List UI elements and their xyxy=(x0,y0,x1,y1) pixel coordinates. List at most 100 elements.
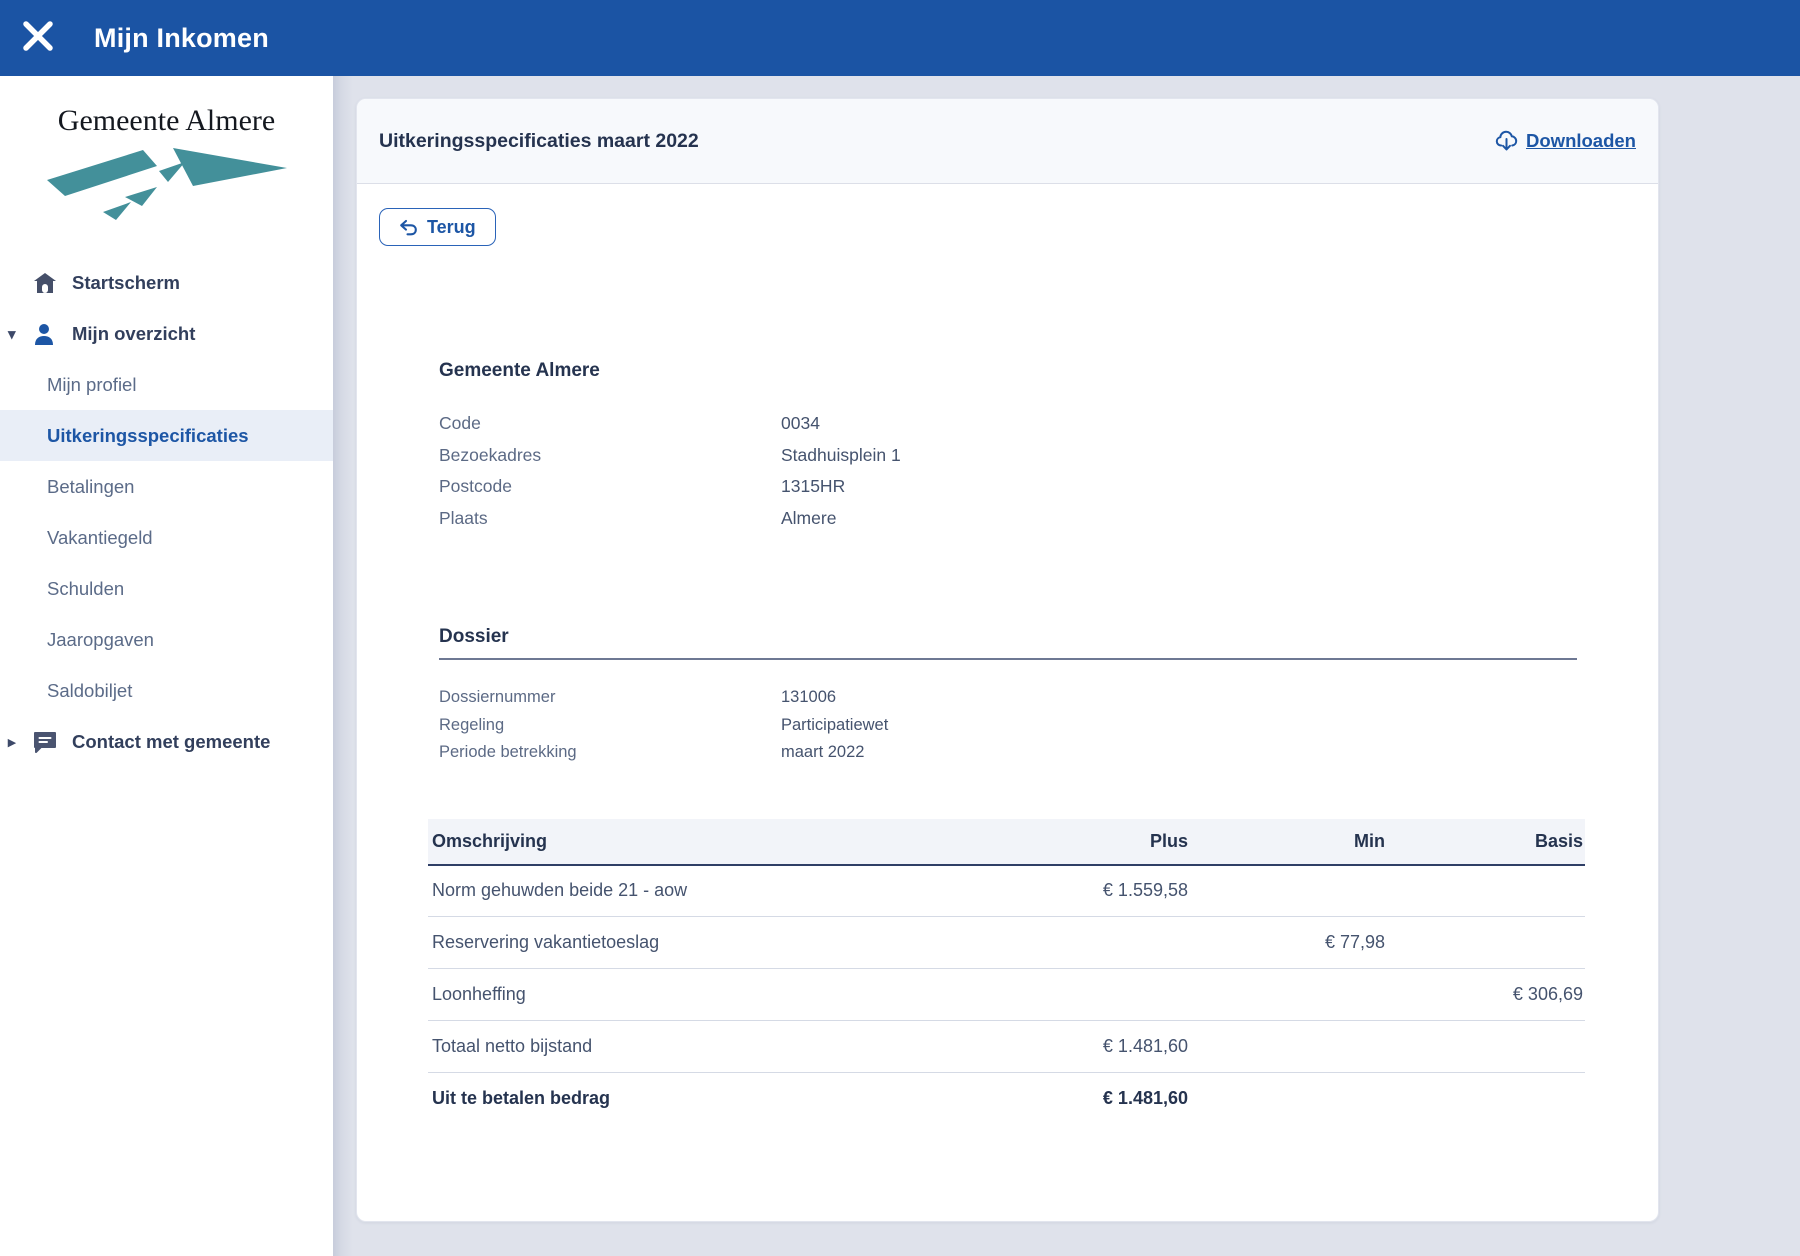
column-header-basis: Basis xyxy=(1387,819,1585,865)
sidebar-item-schulden[interactable]: Schulden xyxy=(0,563,333,614)
dossier-row-dossiernummer: Dossiernummer 131006 xyxy=(439,684,1577,712)
sidebar-item-label: Mijn profiel xyxy=(47,374,136,396)
row-min xyxy=(1190,1021,1387,1073)
row-label: Dossiernummer xyxy=(439,684,781,712)
sidebar-item-mijn-profiel[interactable]: Mijn profiel xyxy=(0,359,333,410)
row-description: Totaal netto bijstand xyxy=(428,1021,1010,1073)
chat-icon xyxy=(33,731,57,753)
sidebar-item-startscherm[interactable]: Startscherm xyxy=(0,257,333,308)
dossier-heading: Dossier xyxy=(439,624,1577,650)
row-plus: € 1.481,60 xyxy=(1010,1073,1190,1125)
back-label: Terug xyxy=(427,217,476,238)
sidebar-item-vakantiegeld[interactable]: Vakantiegeld xyxy=(0,512,333,563)
sidebar-item-label: Schulden xyxy=(47,578,124,600)
download-label: Downloaden xyxy=(1526,130,1636,152)
municipality-logo: Gemeente Almere xyxy=(17,104,317,227)
row-basis xyxy=(1387,865,1585,917)
close-button[interactable] xyxy=(0,0,76,76)
download-link[interactable]: Downloaden xyxy=(1495,130,1636,153)
row-label: Bezoekadres xyxy=(439,440,781,472)
sidebar: Gemeente Almere Start xyxy=(0,76,333,1256)
sidebar-item-label: Jaaropgaven xyxy=(47,629,154,651)
main-area: Uitkeringsspecificaties maart 2022 Downl… xyxy=(353,76,1800,1256)
row-description: Reservering vakantietoeslag xyxy=(428,917,1010,969)
app-topbar: Mijn Inkomen xyxy=(0,0,1800,76)
sidebar-item-label: Saldobiljet xyxy=(47,680,132,702)
row-min: € 77,98 xyxy=(1190,917,1387,969)
row-label: Regeling xyxy=(439,712,781,740)
row-value: Participatiewet xyxy=(781,712,888,740)
user-icon xyxy=(33,323,57,345)
home-icon xyxy=(33,272,57,294)
row-value: maart 2022 xyxy=(781,739,864,767)
sidebar-nav: Startscherm ▾ Mijn overzicht Mijn profie… xyxy=(0,257,333,767)
row-basis: € 306,69 xyxy=(1387,969,1585,1021)
logo-wordmark: Gemeente Almere xyxy=(17,104,317,138)
row-description: Uit te betalen bedrag xyxy=(428,1073,1010,1125)
specification-document: Gemeente Almere Code 0034 Bezoekadres St… xyxy=(428,358,1585,1125)
sidebar-item-label: Contact met gemeente xyxy=(72,731,270,753)
dossier-section: Dossier Dossiernummer 131006 Regeling Pa… xyxy=(439,624,1577,767)
row-value: 131006 xyxy=(781,684,836,712)
table-row: Loonheffing € 306,69 xyxy=(428,969,1585,1021)
row-plus: € 1.559,58 xyxy=(1010,865,1190,917)
table-row: Reservering vakantietoeslag € 77,98 xyxy=(428,917,1585,969)
close-icon xyxy=(21,19,55,58)
row-value: Almere xyxy=(781,503,836,535)
chevron-right-icon: ▸ xyxy=(8,733,16,751)
chevron-down-icon: ▾ xyxy=(8,325,16,343)
row-basis xyxy=(1387,1021,1585,1073)
sidebar-item-betalingen[interactable]: Betalingen xyxy=(0,461,333,512)
row-basis xyxy=(1387,1073,1585,1125)
specification-table: Omschrijving Plus Min Basis Norm gehuwde… xyxy=(428,819,1585,1125)
org-row-bezoekadres: Bezoekadres Stadhuisplein 1 xyxy=(439,440,1577,472)
sidebar-scrollbar[interactable] xyxy=(333,76,353,1256)
sidebar-item-contact-met-gemeente[interactable]: ▸ Contact met gemeente xyxy=(0,716,333,767)
card-header: Uitkeringsspecificaties maart 2022 Downl… xyxy=(357,99,1658,184)
table-row-total: Uit te betalen bedrag € 1.481,60 xyxy=(428,1073,1585,1125)
row-value: 0034 xyxy=(781,408,820,440)
organisation-heading: Gemeente Almere xyxy=(439,358,1577,384)
org-row-postcode: Postcode 1315HR xyxy=(439,471,1577,503)
sidebar-item-label: Uitkeringsspecificaties xyxy=(47,425,249,447)
row-description: Loonheffing xyxy=(428,969,1010,1021)
row-plus xyxy=(1010,917,1190,969)
sidebar-item-mijn-overzicht[interactable]: ▾ Mijn overzicht xyxy=(0,308,333,359)
sidebar-item-label: Vakantiegeld xyxy=(47,527,153,549)
row-value: 1315HR xyxy=(781,471,845,503)
specification-card: Uitkeringsspecificaties maart 2022 Downl… xyxy=(356,98,1659,1222)
download-icon xyxy=(1495,130,1518,153)
table-row: Norm gehuwden beide 21 - aow € 1.559,58 xyxy=(428,865,1585,917)
row-min xyxy=(1190,865,1387,917)
row-value: Stadhuisplein 1 xyxy=(781,440,901,472)
org-row-plaats: Plaats Almere xyxy=(439,503,1577,535)
back-button[interactable]: Terug xyxy=(379,208,496,246)
sidebar-item-label: Startscherm xyxy=(72,272,180,294)
sidebar-item-saldobiljet[interactable]: Saldobiljet xyxy=(0,665,333,716)
sidebar-item-label: Betalingen xyxy=(47,476,134,498)
column-header-min: Min xyxy=(1190,819,1387,865)
back-icon xyxy=(399,218,418,237)
organisation-section: Gemeente Almere Code 0034 Bezoekadres St… xyxy=(439,358,1577,534)
row-description: Norm gehuwden beide 21 - aow xyxy=(428,865,1010,917)
table-header-row: Omschrijving Plus Min Basis xyxy=(428,819,1585,865)
sidebar-item-uitkeringsspecificaties[interactable]: Uitkeringsspecificaties xyxy=(0,410,333,461)
row-plus xyxy=(1010,969,1190,1021)
row-label: Postcode xyxy=(439,471,781,503)
dossier-row-regeling: Regeling Participatiewet xyxy=(439,712,1577,740)
row-plus: € 1.481,60 xyxy=(1010,1021,1190,1073)
dossier-divider xyxy=(439,658,1577,660)
row-min xyxy=(1190,969,1387,1021)
sidebar-item-label: Mijn overzicht xyxy=(72,323,195,345)
sidebar-item-jaaropgaven[interactable]: Jaaropgaven xyxy=(0,614,333,665)
dossier-row-periode: Periode betrekking maart 2022 xyxy=(439,739,1577,767)
app-title: Mijn Inkomen xyxy=(94,23,269,54)
card-body: Terug Gemeente Almere Code 0034 Bezoekad… xyxy=(357,184,1658,1221)
row-min xyxy=(1190,1073,1387,1125)
column-header-omschrijving: Omschrijving xyxy=(428,819,1010,865)
row-label: Plaats xyxy=(439,503,781,535)
page-title: Uitkeringsspecificaties maart 2022 xyxy=(379,130,699,153)
logo-graphic xyxy=(17,144,317,227)
row-label: Periode betrekking xyxy=(439,739,781,767)
row-basis xyxy=(1387,917,1585,969)
